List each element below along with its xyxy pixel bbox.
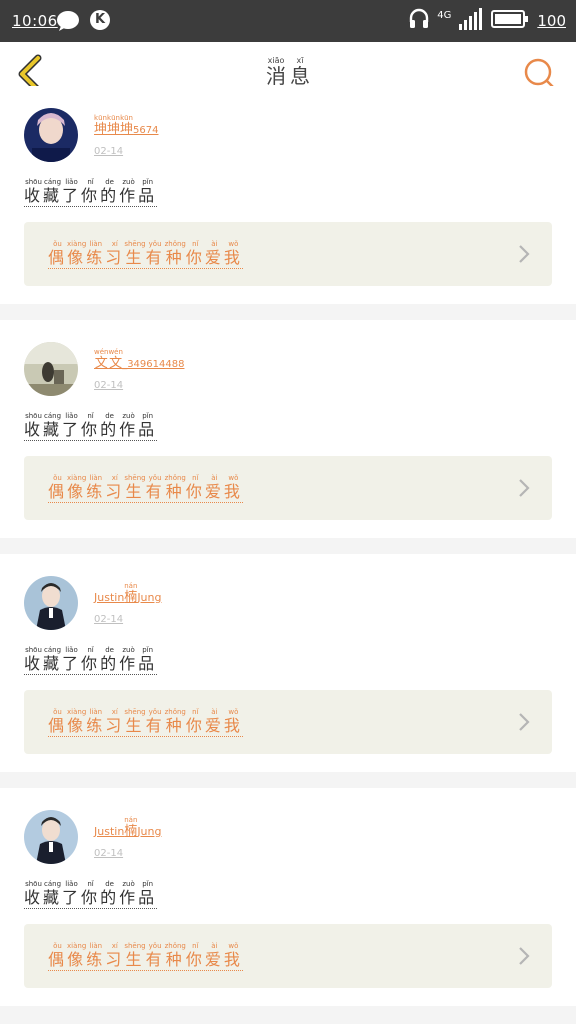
status-time: 10:06 — [12, 12, 58, 30]
message-card: Justin楠nánJung 02-14 收shōu藏cáng了liǎo你nǐ的… — [0, 788, 576, 1006]
work-title: 偶ǒu像xiàng练liàn习xí生shēng有yǒu种zhǒng你nǐ爱ài我… — [48, 474, 243, 503]
message-time: 02-14 — [94, 146, 124, 157]
chat-notification-icon — [56, 10, 80, 36]
action-text: 收shōu藏cáng了liǎo你nǐ的de作zuò品pǐn — [24, 178, 158, 207]
work-link[interactable]: 偶ǒu像xiàng练liàn习xí生shēng有yǒu种zhǒng你nǐ爱ài我… — [24, 456, 552, 520]
message-card: Justin楠nánJung 02-14 收shōu藏cáng了liǎo你nǐ的… — [0, 554, 576, 772]
chevron-right-icon — [519, 479, 530, 497]
username[interactable]: Justin楠nánJung — [94, 582, 161, 605]
message-time: 02-14 — [94, 614, 124, 625]
avatar[interactable] — [24, 576, 78, 630]
work-link[interactable]: 偶ǒu像xiàng练liàn习xí生shēng有yǒu种zhǒng你nǐ爱ài我… — [24, 924, 552, 988]
avatar[interactable] — [24, 810, 78, 864]
work-title: 偶ǒu像xiàng练liàn习xí生shēng有yǒu种zhǒng你nǐ爱ài我… — [48, 708, 243, 737]
username[interactable]: Justin楠nánJung — [94, 816, 161, 839]
message-card: 文wén文wén_349614488 02-14 收shōu藏cáng了liǎo… — [0, 320, 576, 538]
page-title: 消xiāo息xī — [0, 56, 576, 89]
avatar[interactable] — [24, 108, 78, 162]
avatar[interactable] — [24, 342, 78, 396]
message-time: 02-14 — [94, 848, 124, 859]
action-text: 收shōu藏cáng了liǎo你nǐ的de作zuò品pǐn — [24, 646, 158, 675]
work-link[interactable]: 偶ǒu像xiàng练liàn习xí生shēng有yǒu种zhǒng你nǐ爱ài我… — [24, 222, 552, 286]
k-app-notification-icon: K — [90, 10, 110, 30]
chevron-right-icon — [519, 245, 530, 263]
battery-level: 100 — [537, 12, 566, 30]
work-link[interactable]: 偶ǒu像xiàng练liàn习xí生shēng有yǒu种zhǒng你nǐ爱ài我… — [24, 690, 552, 754]
search-icon — [524, 58, 555, 89]
message-card: 坤kūn坤kūn坤kūn5674 02-14 收shōu藏cáng了liǎo你n… — [0, 86, 576, 304]
work-title: 偶ǒu像xiàng练liàn习xí生shēng有yǒu种zhǒng你nǐ爱ài我… — [48, 240, 243, 269]
username[interactable]: 坤kūn坤kūn坤kūn5674 — [94, 114, 159, 137]
action-text: 收shōu藏cáng了liǎo你nǐ的de作zuò品pǐn — [24, 412, 158, 441]
chevron-right-icon — [519, 947, 530, 965]
battery-icon — [491, 9, 529, 33]
chevron-right-icon — [519, 713, 530, 731]
work-title: 偶ǒu像xiàng练liàn习xí生shēng有yǒu种zhǒng你nǐ爱ài我… — [48, 942, 243, 971]
signal-icon — [459, 8, 483, 34]
action-text: 收shōu藏cáng了liǎo你nǐ的de作zuò品pǐn — [24, 880, 158, 909]
headphones-icon — [409, 8, 429, 34]
username[interactable]: 文wén文wén_349614488 — [94, 348, 184, 371]
message-time: 02-14 — [94, 380, 124, 391]
network-type: 4G — [437, 9, 452, 21]
status-bar: 10:06 K 4G 100 — [0, 0, 576, 42]
